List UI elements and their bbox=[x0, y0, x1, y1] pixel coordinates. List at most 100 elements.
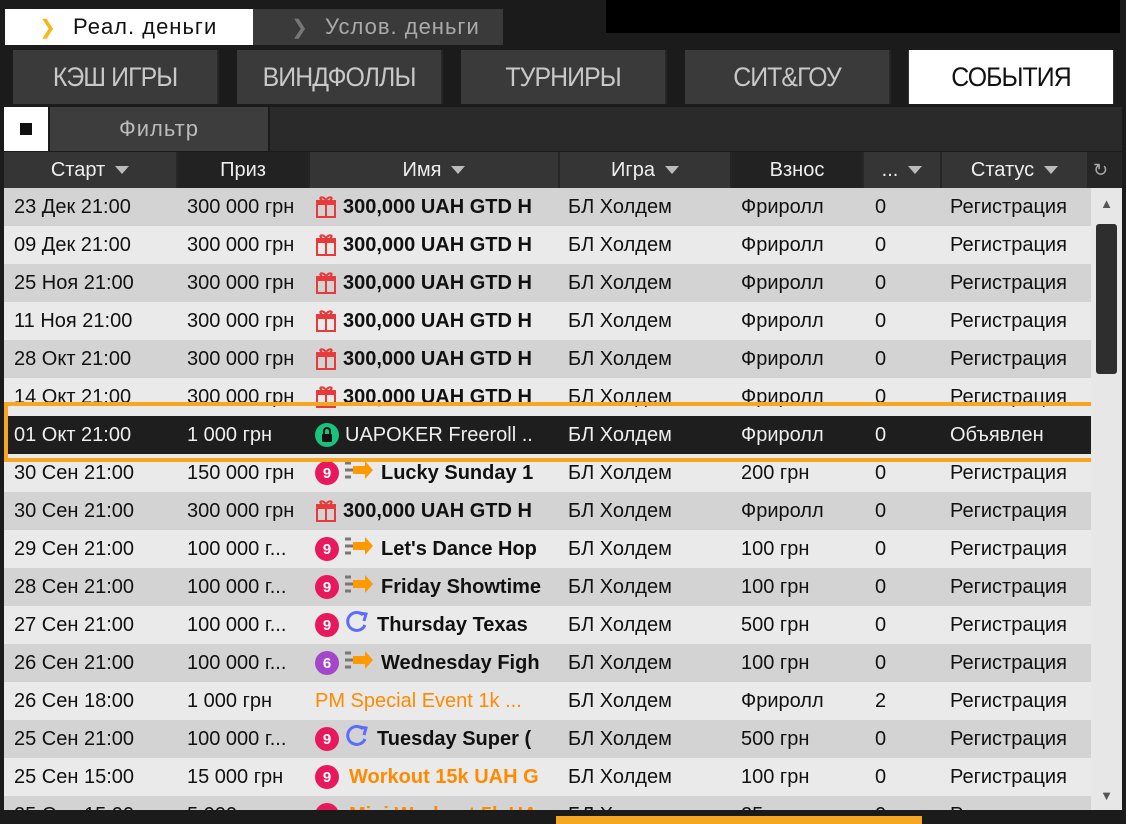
sort-down-icon bbox=[451, 166, 466, 174]
table-row[interactable]: 23 Дек 21:00 300 000 грн 300,000 UAH GTD H… bbox=[4, 188, 1091, 226]
table-row[interactable]: 25 Сен 15:00 15 000 грн 9 Workout 15k UAH G… bbox=[4, 758, 1091, 796]
bottom-action-bar[interactable] bbox=[556, 816, 922, 824]
scroll-up-icon[interactable]: ▲ bbox=[1091, 188, 1122, 218]
cell-start: 09 Дек 21:00 bbox=[14, 233, 131, 256]
cell-status: Регистрация bbox=[950, 727, 1067, 750]
table-row[interactable]: 28 Окт 21:00 300 000 грн 300,000 UAH GTD H… bbox=[4, 340, 1091, 378]
cell-start: 28 Окт 21:00 bbox=[14, 347, 132, 370]
tournament-name: 300,000 UAH GTD H bbox=[343, 271, 532, 294]
tab-events[interactable]: СОБЫТИЯ bbox=[908, 50, 1114, 104]
cell-game: БЛ Холдем bbox=[568, 689, 672, 712]
column-count[interactable]: ... bbox=[864, 152, 940, 188]
cell-count: 0 bbox=[875, 613, 887, 636]
tab-tournaments[interactable]: ТУРНИРЫ bbox=[460, 50, 668, 104]
column-status[interactable]: Статус bbox=[942, 152, 1087, 188]
cell-prize: 300 000 грн bbox=[187, 499, 295, 522]
table-row[interactable]: 25 Сен 21:00 100 000 г... 9 Tuesday Super (… bbox=[4, 720, 1091, 758]
table-row[interactable]: 30 Сен 21:00 300 000 грн 300,000 UAH GTD H… bbox=[4, 492, 1091, 530]
table-row[interactable]: 09 Дек 21:00 300 000 грн 300,000 UAH GTD H… bbox=[4, 226, 1091, 264]
gift-icon bbox=[315, 309, 337, 333]
cell-name: 300,000 UAH GTD H bbox=[315, 492, 563, 530]
column-start[interactable]: Старт bbox=[4, 152, 176, 188]
cell-status: Регистрация bbox=[950, 689, 1067, 712]
sort-down-icon bbox=[664, 166, 679, 174]
tab-sit-and-go[interactable]: СИТ&ГОУ bbox=[684, 50, 892, 104]
column-start-label: Старт bbox=[50, 158, 106, 181]
cell-prize: 300 000 грн bbox=[187, 347, 295, 370]
cell-fee: Фриролл bbox=[741, 309, 824, 332]
cell-count: 0 bbox=[875, 651, 887, 674]
player-badge-icon: 9 bbox=[315, 803, 339, 810]
tab-cash-games[interactable]: КЭШ ИГРЫ bbox=[12, 50, 220, 104]
tab-play-money[interactable]: ❯ Услов. деньги bbox=[253, 9, 503, 45]
cell-prize: 100 000 г... bbox=[187, 575, 287, 598]
table-row[interactable]: 29 Сен 21:00 100 000 г... 9 Let's Dance Hop… bbox=[4, 530, 1091, 568]
column-fee[interactable]: Взнос bbox=[732, 152, 862, 188]
cell-game: БЛ Холдем bbox=[568, 765, 672, 788]
table-row[interactable]: 25 Сен 15:005 000 грн 9 Mini Workout 5k UA… bbox=[4, 796, 1091, 810]
table-row[interactable]: 27 Сен 21:00 100 000 г... 9 Thursday Texas Б… bbox=[4, 606, 1091, 644]
player-badge-icon: 9 bbox=[315, 727, 339, 751]
cell-count: 0 bbox=[875, 537, 887, 560]
column-status-label: Статус bbox=[970, 158, 1035, 181]
player-badge-icon: 9 bbox=[315, 613, 339, 637]
sort-down-icon bbox=[908, 166, 923, 174]
cell-fee: Фриролл bbox=[741, 347, 824, 370]
tab-windfalls[interactable]: ВИНДФОЛЛЫ bbox=[236, 50, 444, 104]
filter-button[interactable]: Фильтр bbox=[50, 107, 268, 151]
cell-status: Регистрация bbox=[950, 195, 1067, 218]
cell-count: 0 bbox=[875, 195, 887, 218]
cell-game: БЛ Холдем bbox=[568, 537, 672, 560]
chevron-right-icon: ❯ bbox=[291, 16, 309, 39]
player-badge-icon: 9 bbox=[315, 765, 339, 789]
cell-fee: 25 грн bbox=[741, 796, 861, 811]
tournament-name: Friday Showtime bbox=[381, 575, 542, 598]
cell-game: БЛ Холдем bbox=[568, 651, 672, 674]
cell-count: 0 bbox=[875, 727, 887, 750]
main-tabs: КЭШ ИГРЫ ВИНДФОЛЛЫ ТУРНИРЫ СИТ&ГОУ СОБЫТ… bbox=[4, 50, 1122, 104]
table-row[interactable]: 28 Сен 21:00 100 000 г... 9 Friday Showtime… bbox=[4, 568, 1091, 606]
cell-name: 9 Mini Workout 5k UA bbox=[315, 796, 563, 810]
column-name-label: Имя bbox=[402, 158, 442, 181]
cell-prize: 100 000 г... bbox=[187, 613, 287, 636]
cell-fee: Фриролл bbox=[741, 195, 824, 218]
selection-highlight bbox=[4, 402, 1097, 462]
column-prize-label: Приз bbox=[220, 158, 266, 181]
cell-start: 11 Ноя 21:00 bbox=[14, 309, 133, 332]
cell-status: Регистрация bbox=[950, 499, 1067, 522]
scroll-down-icon[interactable]: ▼ bbox=[1091, 780, 1122, 810]
turbo-arrow-icon bbox=[343, 648, 375, 678]
cell-game: БЛ Холдем bbox=[568, 727, 672, 750]
cell-prize: 300 000 грн bbox=[187, 195, 295, 218]
refresh-icon[interactable]: ↻ bbox=[1093, 160, 1108, 181]
cell-count: 2 bbox=[875, 689, 887, 712]
table-row[interactable]: 26 Сен 18:00 1 000 грн PM Special Event 1k… bbox=[4, 682, 1091, 720]
cell-fee: 500 грн bbox=[741, 613, 810, 636]
scrollbar-thumb[interactable] bbox=[1096, 224, 1117, 374]
table-row[interactable]: 25 Ноя 21:00 300 000 грн 300,000 UAH GTD H… bbox=[4, 264, 1091, 302]
cell-fee: Фриролл bbox=[741, 233, 824, 256]
column-name[interactable]: Имя bbox=[310, 152, 558, 188]
column-prize[interactable]: Приз bbox=[178, 152, 308, 188]
column-game[interactable]: Игра bbox=[560, 152, 730, 188]
cell-start: 23 Дек 21:00 bbox=[14, 195, 131, 218]
cell-status: Регистрация bbox=[950, 613, 1067, 636]
stop-button[interactable] bbox=[4, 107, 48, 151]
table-row[interactable]: 26 Сен 21:00 100 000 г... 6 Wednesday Figh Б… bbox=[4, 644, 1091, 682]
tab-real-money[interactable]: ❯ Реал. деньги bbox=[5, 9, 253, 45]
tournament-name: Thursday Texas bbox=[377, 613, 528, 636]
cell-prize: 100 000 г... bbox=[187, 727, 287, 750]
cell-status: Регистрация bbox=[950, 309, 1067, 332]
tournament-name: Let's Dance Hop bbox=[381, 537, 537, 560]
table-row[interactable]: 11 Ноя 21:00 300 000 грн 300,000 UAH GTD H… bbox=[4, 302, 1091, 340]
sort-down-icon bbox=[115, 166, 130, 174]
cell-start: 26 Сен 18:00 bbox=[14, 689, 135, 712]
cell-count: 0 bbox=[875, 309, 887, 332]
tournament-name: Mini Workout 5k UA bbox=[349, 804, 538, 811]
cell-name: 9 Let's Dance Hop bbox=[315, 530, 563, 568]
cell-start: 29 Сен 21:00 bbox=[14, 537, 135, 560]
tab-play-money-label: Услов. деньги bbox=[325, 14, 480, 39]
cell-count: 0 bbox=[875, 499, 887, 522]
cell-status: Регистрация bbox=[950, 575, 1067, 598]
cell-count: 0 bbox=[875, 575, 887, 598]
